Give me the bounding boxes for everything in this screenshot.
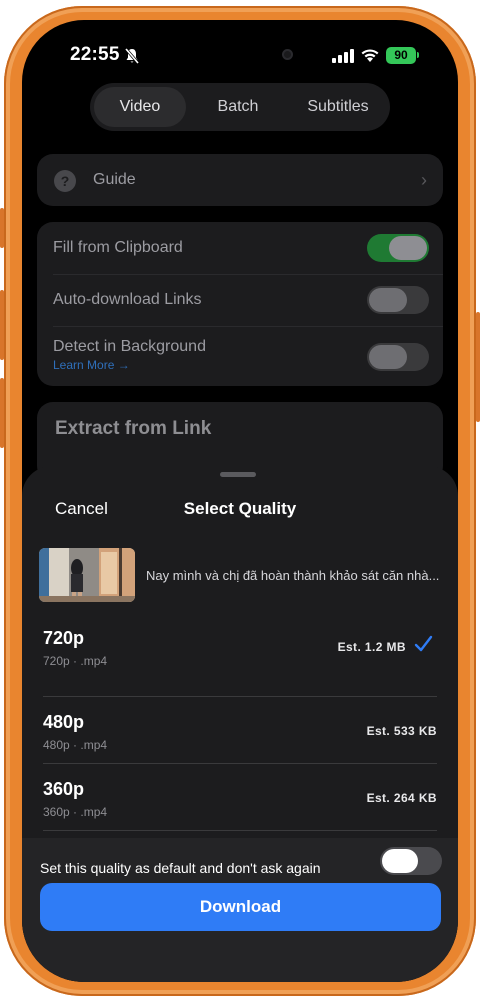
question-circle-icon: ? bbox=[54, 170, 76, 192]
chevron-right-icon: › bbox=[421, 170, 427, 190]
extract-title: Extract from Link bbox=[55, 418, 212, 439]
quality-sheet: Cancel Select Quality Nay mình và chị đã… bbox=[22, 466, 458, 982]
tab-batch[interactable]: Batch bbox=[192, 87, 284, 127]
guide-label: Guide bbox=[93, 171, 136, 188]
camera-dot bbox=[282, 49, 293, 60]
setting-label: Detect in Background bbox=[53, 338, 206, 355]
checkmark-icon bbox=[414, 635, 433, 652]
volume-down-button bbox=[0, 378, 4, 448]
tab-video[interactable]: Video bbox=[94, 87, 186, 127]
quality-option-720p[interactable]: 720p 720p · .mp4 Est. 1.2 MB bbox=[22, 616, 458, 682]
setting-label: Auto-download Links bbox=[53, 291, 202, 308]
divider bbox=[43, 696, 437, 697]
quality-size: Est. 533 KB bbox=[366, 724, 437, 738]
divider bbox=[43, 830, 437, 831]
action-button bbox=[0, 208, 4, 248]
quality-option-360p[interactable]: 360p 360p · .mp4 Est. 264 KB bbox=[22, 767, 458, 833]
divider bbox=[43, 763, 437, 764]
video-title: Nay mình và chị đã hoàn thành khảo sát c… bbox=[146, 568, 440, 583]
sheet-grabber[interactable] bbox=[220, 472, 256, 477]
quality-size: Est. 1.2 MB bbox=[337, 640, 406, 654]
toggle-knob bbox=[382, 849, 418, 873]
power-button bbox=[476, 312, 480, 422]
phone-screen: 22:55 90 Video Batch Subtitles ? Guide › bbox=[22, 20, 458, 982]
setting-row-fill-clipboard: Fill from Clipboard bbox=[37, 222, 443, 274]
default-quality-toggle[interactable] bbox=[380, 847, 442, 875]
tab-subtitles[interactable]: Subtitles bbox=[290, 87, 386, 127]
setting-row-detect-background: Detect in Background bbox=[37, 326, 443, 386]
sheet-title: Select Quality bbox=[183, 499, 297, 518]
toggle-knob bbox=[369, 345, 407, 369]
settings-card: Fill from Clipboard Auto-download Links … bbox=[37, 222, 443, 386]
video-thumbnail bbox=[39, 548, 135, 602]
detect-background-toggle[interactable] bbox=[367, 343, 429, 371]
learn-more-link[interactable]: Learn More → bbox=[53, 358, 130, 372]
mode-segmented-control: Video Batch Subtitles bbox=[90, 83, 390, 131]
setting-row-auto-download: Auto-download Links bbox=[37, 274, 443, 326]
quality-format: 480p · .mp4 bbox=[43, 738, 108, 752]
download-button[interactable]: Download bbox=[40, 883, 441, 931]
quality-format: 360p · .mp4 bbox=[43, 805, 108, 819]
auto-download-toggle[interactable] bbox=[367, 286, 429, 314]
status-bar: 22:55 90 bbox=[22, 44, 458, 68]
toggle-knob bbox=[369, 288, 407, 312]
quality-name: 360p bbox=[43, 779, 85, 799]
default-quality-label: Set this quality as default and don't as… bbox=[40, 860, 321, 876]
cellular-signal-icon bbox=[332, 49, 354, 63]
status-time: 22:55 bbox=[70, 44, 120, 65]
sheet-footer: Set this quality as default and don't as… bbox=[22, 838, 458, 982]
toggle-knob bbox=[389, 236, 427, 260]
bell-muted-icon bbox=[124, 48, 140, 64]
quality-option-480p[interactable]: 480p 480p · .mp4 Est. 533 KB bbox=[22, 700, 458, 766]
quality-format: 720p · .mp4 bbox=[43, 654, 108, 668]
guide-row[interactable]: ? Guide › bbox=[37, 154, 443, 206]
fill-clipboard-toggle[interactable] bbox=[367, 234, 429, 262]
quality-name: 480p bbox=[43, 712, 85, 732]
volume-up-button bbox=[0, 290, 4, 360]
battery-tip bbox=[417, 52, 419, 58]
wifi-icon bbox=[361, 49, 379, 62]
setting-label: Fill from Clipboard bbox=[53, 239, 183, 256]
quality-size: Est. 264 KB bbox=[366, 791, 437, 805]
quality-name: 720p bbox=[43, 628, 85, 648]
battery-indicator: 90 bbox=[386, 47, 416, 64]
